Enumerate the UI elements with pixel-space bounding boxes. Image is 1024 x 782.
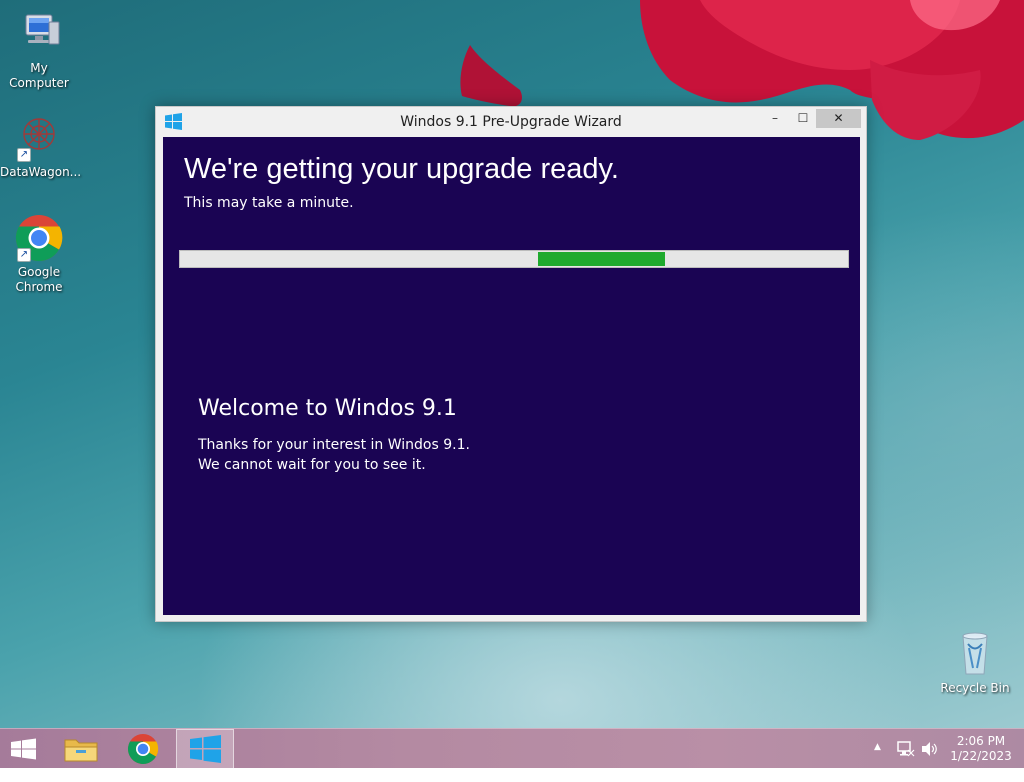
upgrade-progress-bar (179, 250, 849, 268)
desktop-icon-label: Google Chrome (15, 265, 63, 294)
volume-icon[interactable] (920, 740, 940, 780)
close-button[interactable]: ✕ (816, 109, 861, 128)
pre-upgrade-wizard-window[interactable]: Windos 9.1 Pre-Upgrade Wizard – ☐ ✕ We'r… (155, 106, 867, 622)
start-button[interactable] (0, 729, 48, 769)
desktop-icon-label: DataWagon... (0, 165, 82, 179)
desktop-icon-label: Recycle Bin (940, 681, 1010, 695)
show-hidden-icons-icon[interactable]: ▲ (874, 742, 881, 782)
windows-app-icon (190, 735, 221, 763)
upgrade-subline: This may take a minute. (184, 195, 354, 211)
desktop-icon-datawagon[interactable]: ↗ DataWagon... (0, 114, 82, 180)
taskbar: ▲ 2:06 PM 1/22/2023 (0, 728, 1024, 769)
welcome-text-line: We cannot wait for you to see it. (198, 457, 426, 473)
desktop: My Computer ↗ DataWagon... ↗ Google Chro… (0, 0, 1024, 728)
chrome-icon: ↗ (15, 214, 63, 262)
taskbar-chrome[interactable] (114, 729, 172, 769)
shortcut-arrow-icon: ↗ (17, 148, 31, 162)
taskbar-clock[interactable]: 2:06 PM 1/22/2023 (948, 734, 1014, 764)
minimize-button[interactable]: – (762, 109, 788, 128)
my-computer-icon (15, 10, 63, 58)
welcome-title: Welcome to Windos 9.1 (198, 396, 457, 421)
chrome-icon (127, 734, 159, 765)
start-windows-icon (11, 738, 36, 760)
wizard-content: We're getting your upgrade ready. This m… (163, 137, 860, 615)
recycle-bin-icon (951, 630, 999, 678)
network-icon[interactable] (897, 740, 915, 780)
clock-time: 2:06 PM (956, 734, 1006, 748)
taskbar-file-explorer[interactable] (52, 729, 110, 769)
welcome-text-line: Thanks for your interest in Windos 9.1. (198, 437, 470, 453)
file-explorer-icon (64, 739, 98, 762)
maximize-button[interactable]: ☐ (790, 109, 816, 128)
desktop-icon-google-chrome[interactable]: ↗ Google Chrome (0, 214, 78, 295)
clock-date: 1/22/2023 (950, 749, 1012, 763)
upgrade-headline: We're getting your upgrade ready. (184, 153, 619, 185)
window-title: Windos 9.1 Pre-Upgrade Wizard (400, 114, 622, 130)
datawagon-icon: ↗ (15, 114, 63, 162)
progress-marquee-chunk (538, 252, 665, 266)
desktop-icon-my-computer[interactable]: My Computer (0, 10, 78, 91)
desktop-icon-recycle-bin[interactable]: Recycle Bin (936, 630, 1014, 696)
desktop-icon-label: My Computer (9, 61, 69, 90)
taskbar-upgrade-wizard[interactable] (176, 729, 234, 769)
shortcut-arrow-icon: ↗ (17, 248, 31, 262)
window-titlebar[interactable]: Windos 9.1 Pre-Upgrade Wizard – ☐ ✕ (156, 107, 866, 137)
